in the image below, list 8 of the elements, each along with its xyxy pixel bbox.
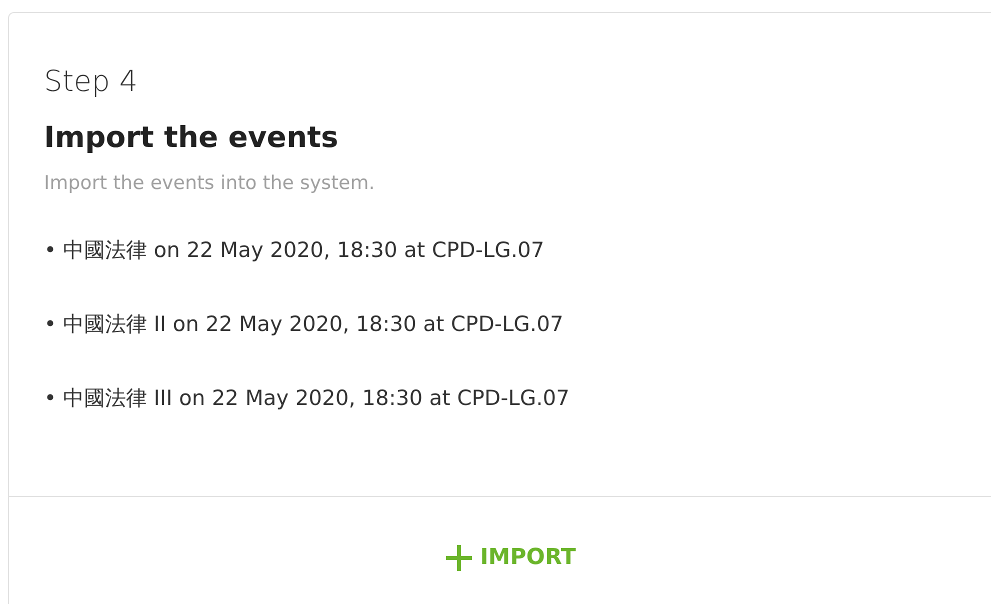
step-title: Import the events xyxy=(44,119,340,156)
event-item: • 中國法律 on 22 May 2020, 18:30 at CPD-LG.07 xyxy=(44,237,546,264)
plus-icon xyxy=(444,542,474,572)
import-button[interactable]: IMPORT xyxy=(438,537,582,578)
step-label: Step 4 xyxy=(44,63,139,100)
event-item: • 中國法律 III on 22 May 2020, 18:30 at CPD-LG.07 xyxy=(44,385,571,412)
step-description: Import the events into the system. xyxy=(44,171,376,196)
event-item: • 中國法律 II on 22 May 2020, 18:30 at CPD-LG.07 xyxy=(44,311,564,338)
